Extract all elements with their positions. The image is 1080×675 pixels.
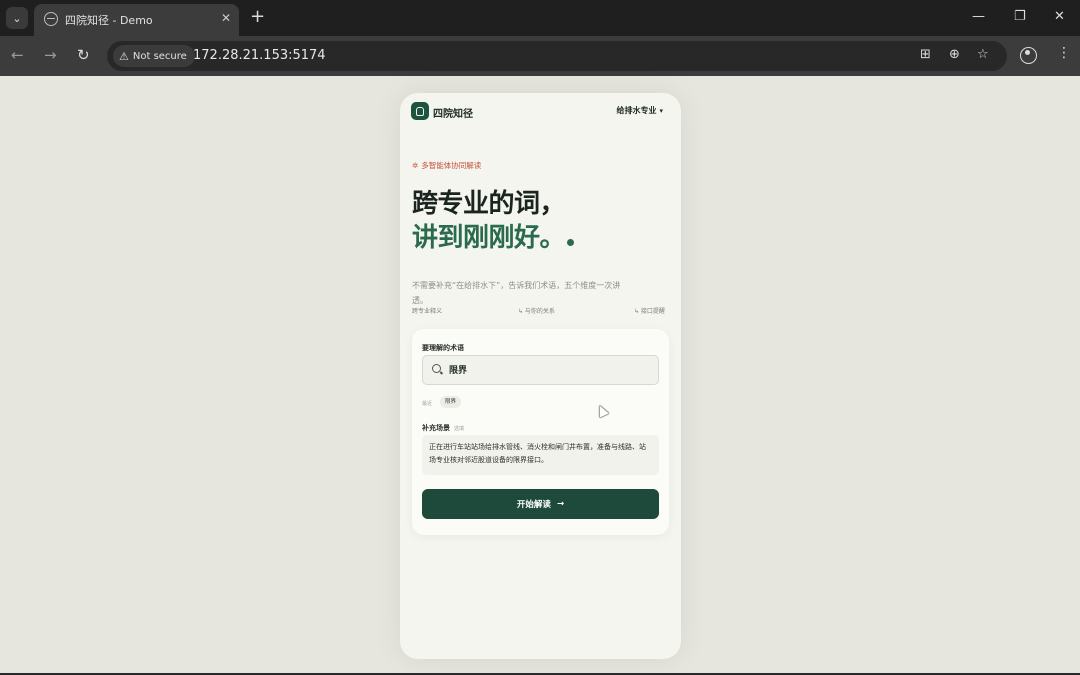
security-label: Not secure [132,50,187,62]
optional-tag: 选填 [454,426,465,432]
logo-icon [411,102,429,120]
subtitle: 不需要补充“在给排水下”，告诉我们术语，五个维度一次讲透。 [412,281,621,305]
profile-icon[interactable] [1020,47,1037,64]
restore-icon[interactable]: ❐ [1014,9,1026,25]
brand-name: 四院知径 [433,109,473,120]
major-label: 给排水专业 [616,106,657,115]
term-search-box[interactable] [422,355,659,385]
major-selector[interactable]: 给排水专业 ▾ [616,105,663,116]
close-icon[interactable]: ✕ [221,11,231,25]
query-card: 要理解的术语 最近 限界 补充场景选填 正在进行车站站场给排水管线、消火栓和闸门… [412,329,669,535]
address-bar[interactable]: ⚠ Not secure 172.28.21.153:5174 ⊞ ⊕ ☆ [107,41,1007,71]
term-label: 要理解的术语 [422,344,464,352]
url-text[interactable]: 172.28.21.153:5174 [193,48,326,63]
zoom-icon[interactable]: ⊕ [949,47,960,62]
start-button-label: 开始解读 [516,500,551,510]
tab-list-icon[interactable]: ⌄ [6,7,28,29]
minimize-icon[interactable]: — [972,9,985,25]
feature-item: 跨专业释义 [412,308,443,315]
page-viewport: 四院知径 给排水专业 ▾ ✲ 多智能体协同解读 跨专业的词， 讲到刚刚好。 不需要补… [0,76,1080,675]
browser-toolbar: ← → ↻ ⚠ Not secure 172.28.21.153:5174 ⊞ … [0,36,1080,76]
window-close-icon[interactable]: ✕ [1054,9,1065,25]
kicker-text: 多智能体协同解读 [421,161,482,170]
hero-title-line2: 讲到刚刚好。 [412,217,575,254]
app-container: 四院知径 给排水专业 ▾ ✲ 多智能体协同解读 跨专业的词， 讲到刚刚好。 不需要补… [400,93,681,659]
context-label: 补充场景 选填 [422,423,464,433]
hero-title-line1: 跨专业的词， [412,189,566,219]
browser-tabstrip: ⌄ 四院知径 - Demo ✕ + — ❐ ✕ [0,0,1080,36]
star-icon[interactable]: ☆ [977,47,989,62]
context-textarea[interactable]: 正在进行车站站场给排水管线、消火栓和闸门井布置，准备与线路、站场专业核对邻近股道… [422,435,659,475]
tab-title: 四院知径 - Demo [65,14,153,27]
hero-dot-icon [567,239,575,246]
history-chip[interactable]: 限界 [440,396,462,408]
more-icon[interactable]: ⋮ [1057,45,1071,61]
start-button[interactable]: 开始解读 → [422,489,659,519]
security-chip[interactable]: ⚠ Not secure [113,45,195,67]
forward-icon[interactable]: → [44,46,57,64]
globe-icon [44,12,58,26]
chevron-down-icon: ▾ [659,107,663,115]
sparkle-icon: ✲ [412,161,419,170]
history-label: 最近 [422,401,433,407]
kicker: ✲ 多智能体协同解读 [412,160,481,171]
translate-icon[interactable]: ⊞ [920,47,931,62]
plus-icon[interactable]: + [250,7,265,27]
feature-item: ↳ 与你的关系 [518,308,555,315]
browser-tab[interactable]: 四院知径 - Demo ✕ [34,4,239,36]
term-input[interactable] [449,364,649,374]
back-icon[interactable]: ← [11,46,24,64]
reload-icon[interactable]: ↻ [77,46,90,64]
feature-item: ↳ 接口提醒 [634,308,665,315]
context-label-text: 补充场景 [422,424,450,432]
arrow-right-icon: → [556,499,565,509]
hero-title-line2-text: 讲到刚刚好。 [412,223,566,253]
search-icon [432,364,441,373]
warning-icon: ⚠ [119,49,129,63]
